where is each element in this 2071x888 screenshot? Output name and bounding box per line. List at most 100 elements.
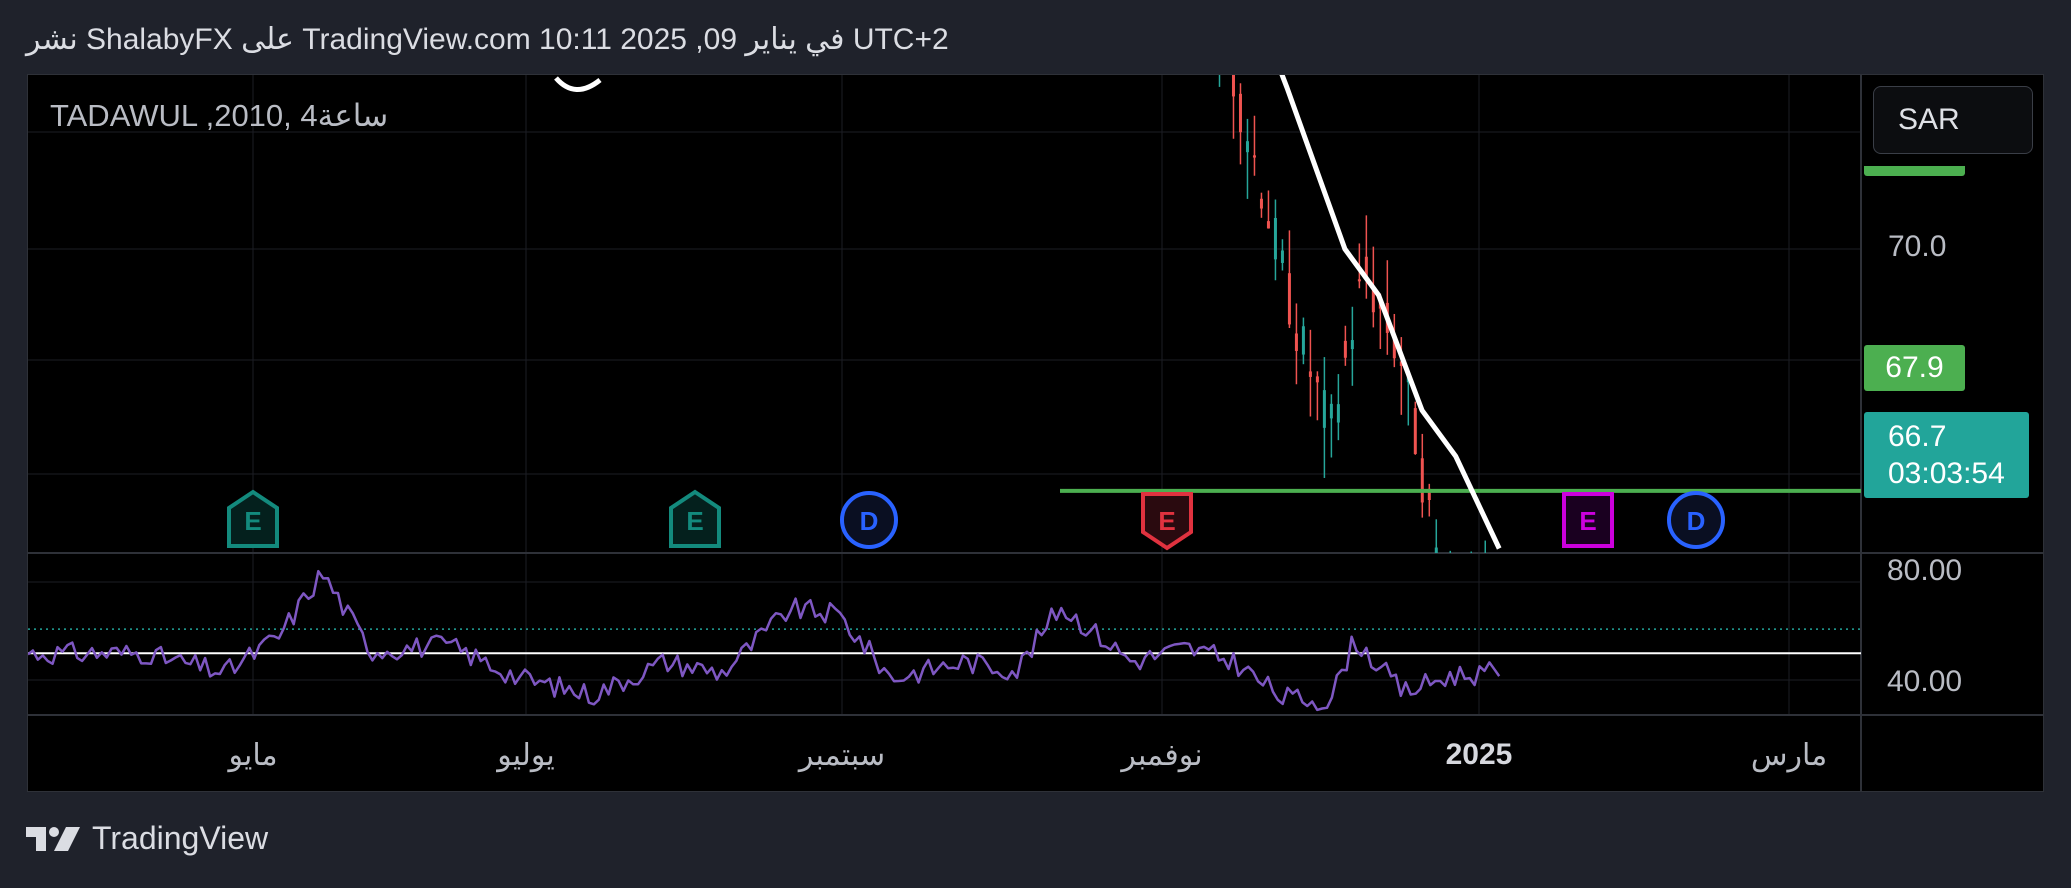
candle-body	[1442, 597, 1445, 610]
top-level-tag	[1864, 166, 1965, 176]
candle	[1238, 83, 1242, 165]
candle	[1294, 303, 1298, 385]
candle-body	[1434, 547, 1438, 553]
rsi-line	[28, 569, 1501, 712]
time-axis-label: 2025	[1445, 738, 1513, 771]
candle	[1336, 374, 1340, 441]
event-marker-E: E	[227, 489, 279, 548]
rsi-axis-label-40: 40.00	[1887, 665, 1963, 698]
candle	[1329, 394, 1333, 458]
candle-body	[1420, 458, 1424, 503]
rsi-axis-label-80: 80.00	[1887, 554, 1963, 587]
candle	[1420, 433, 1424, 518]
event-marker-label: E	[244, 506, 261, 536]
candle-body	[1308, 371, 1312, 377]
rsi-series	[28, 569, 1861, 712]
candle	[1442, 557, 1445, 636]
moving-average-line	[554, 75, 1502, 550]
candle-body	[1484, 588, 1487, 617]
candle-body	[1211, 13, 1214, 20]
candle-body	[1266, 221, 1270, 229]
candle	[1245, 118, 1249, 199]
tradingview-footer[interactable]: TradingView	[26, 820, 268, 857]
event-marker-label: D	[860, 506, 879, 536]
chart-grid	[28, 75, 1861, 714]
candle-body	[1413, 408, 1417, 454]
currency-button[interactable]: SAR	[1873, 86, 2033, 154]
candle	[1427, 483, 1431, 517]
time-axis-label: يوليو	[497, 739, 555, 772]
candle-body	[1491, 616, 1494, 618]
tradingview-logo-icon	[26, 826, 80, 851]
candle	[1204, 0, 1207, 30]
candle-body	[1357, 279, 1361, 282]
candle	[1266, 190, 1270, 229]
candle-body	[1322, 390, 1326, 428]
bar-countdown: 03:03:54	[1888, 457, 2005, 490]
candle	[1434, 519, 1438, 553]
candle-body	[1238, 93, 1242, 133]
candle	[1456, 588, 1459, 621]
candle	[1498, 580, 1501, 648]
event-marker-label: E	[1579, 506, 1596, 536]
pane-separators	[28, 75, 2043, 791]
candle	[1385, 260, 1389, 355]
candle	[1449, 550, 1452, 603]
candle-body	[1273, 218, 1277, 260]
candle-body	[1294, 333, 1298, 351]
candle-body	[1301, 326, 1305, 355]
candle-body	[1225, 48, 1228, 52]
symbol-label: TADAWUL ,ساعة4 ,2010	[50, 98, 389, 133]
candle	[1463, 589, 1466, 629]
candle	[1350, 306, 1354, 386]
current-price-tag: 66.7 03:03:54	[1864, 412, 2029, 498]
event-marker-D: D	[840, 491, 898, 549]
footer-brand: TradingView	[92, 820, 269, 856]
candle	[1301, 317, 1305, 365]
candle-body	[1315, 376, 1319, 383]
time-axis-label: مايو	[228, 739, 278, 772]
price-axis-label-70: 70.0	[1888, 230, 1947, 263]
candle-body	[1259, 198, 1263, 209]
time-axis-label: نوفمبر	[1121, 739, 1203, 772]
candle	[1273, 199, 1277, 281]
event-marker-E: E	[1562, 492, 1614, 548]
candle	[1280, 239, 1284, 271]
candle	[1491, 613, 1494, 664]
candle	[1211, 0, 1214, 27]
candle	[1231, 75, 1235, 139]
candle-body	[1470, 574, 1473, 614]
candle-body	[1245, 141, 1249, 153]
candle-body	[1287, 273, 1291, 325]
event-marker-label: E	[686, 506, 703, 536]
candle-body	[1350, 340, 1354, 350]
event-marker-E: E	[1141, 492, 1193, 551]
candle	[1252, 115, 1256, 176]
candle-body	[1449, 586, 1452, 603]
candle	[1287, 230, 1291, 328]
candle-body	[1280, 250, 1284, 263]
candle	[1413, 401, 1417, 455]
candle	[1322, 357, 1326, 478]
candle	[1308, 329, 1312, 417]
candle-body	[1218, 4, 1221, 46]
candle	[1218, 4, 1221, 87]
candle	[1470, 551, 1473, 614]
horizontal-levels	[1060, 488, 1861, 493]
current-price-value: 66.7	[1888, 419, 1947, 453]
candle	[1364, 215, 1368, 299]
support-price-tag: 67.9	[1864, 345, 1965, 391]
candle-body	[1329, 403, 1333, 419]
event-marker-label: E	[1158, 506, 1175, 536]
time-axis-label: مارس	[1750, 739, 1828, 772]
event-marker-label: D	[1687, 506, 1706, 536]
candle-body	[1231, 75, 1235, 97]
candle	[1315, 371, 1319, 421]
moving-average-path	[1279, 75, 1502, 550]
candle-body	[1336, 404, 1340, 423]
candle-body	[1456, 607, 1459, 609]
candle	[1225, 13, 1228, 57]
candle-body	[1463, 590, 1466, 617]
moving-average-fragment	[554, 76, 602, 92]
time-axis-label: سبتمبر	[798, 739, 886, 772]
